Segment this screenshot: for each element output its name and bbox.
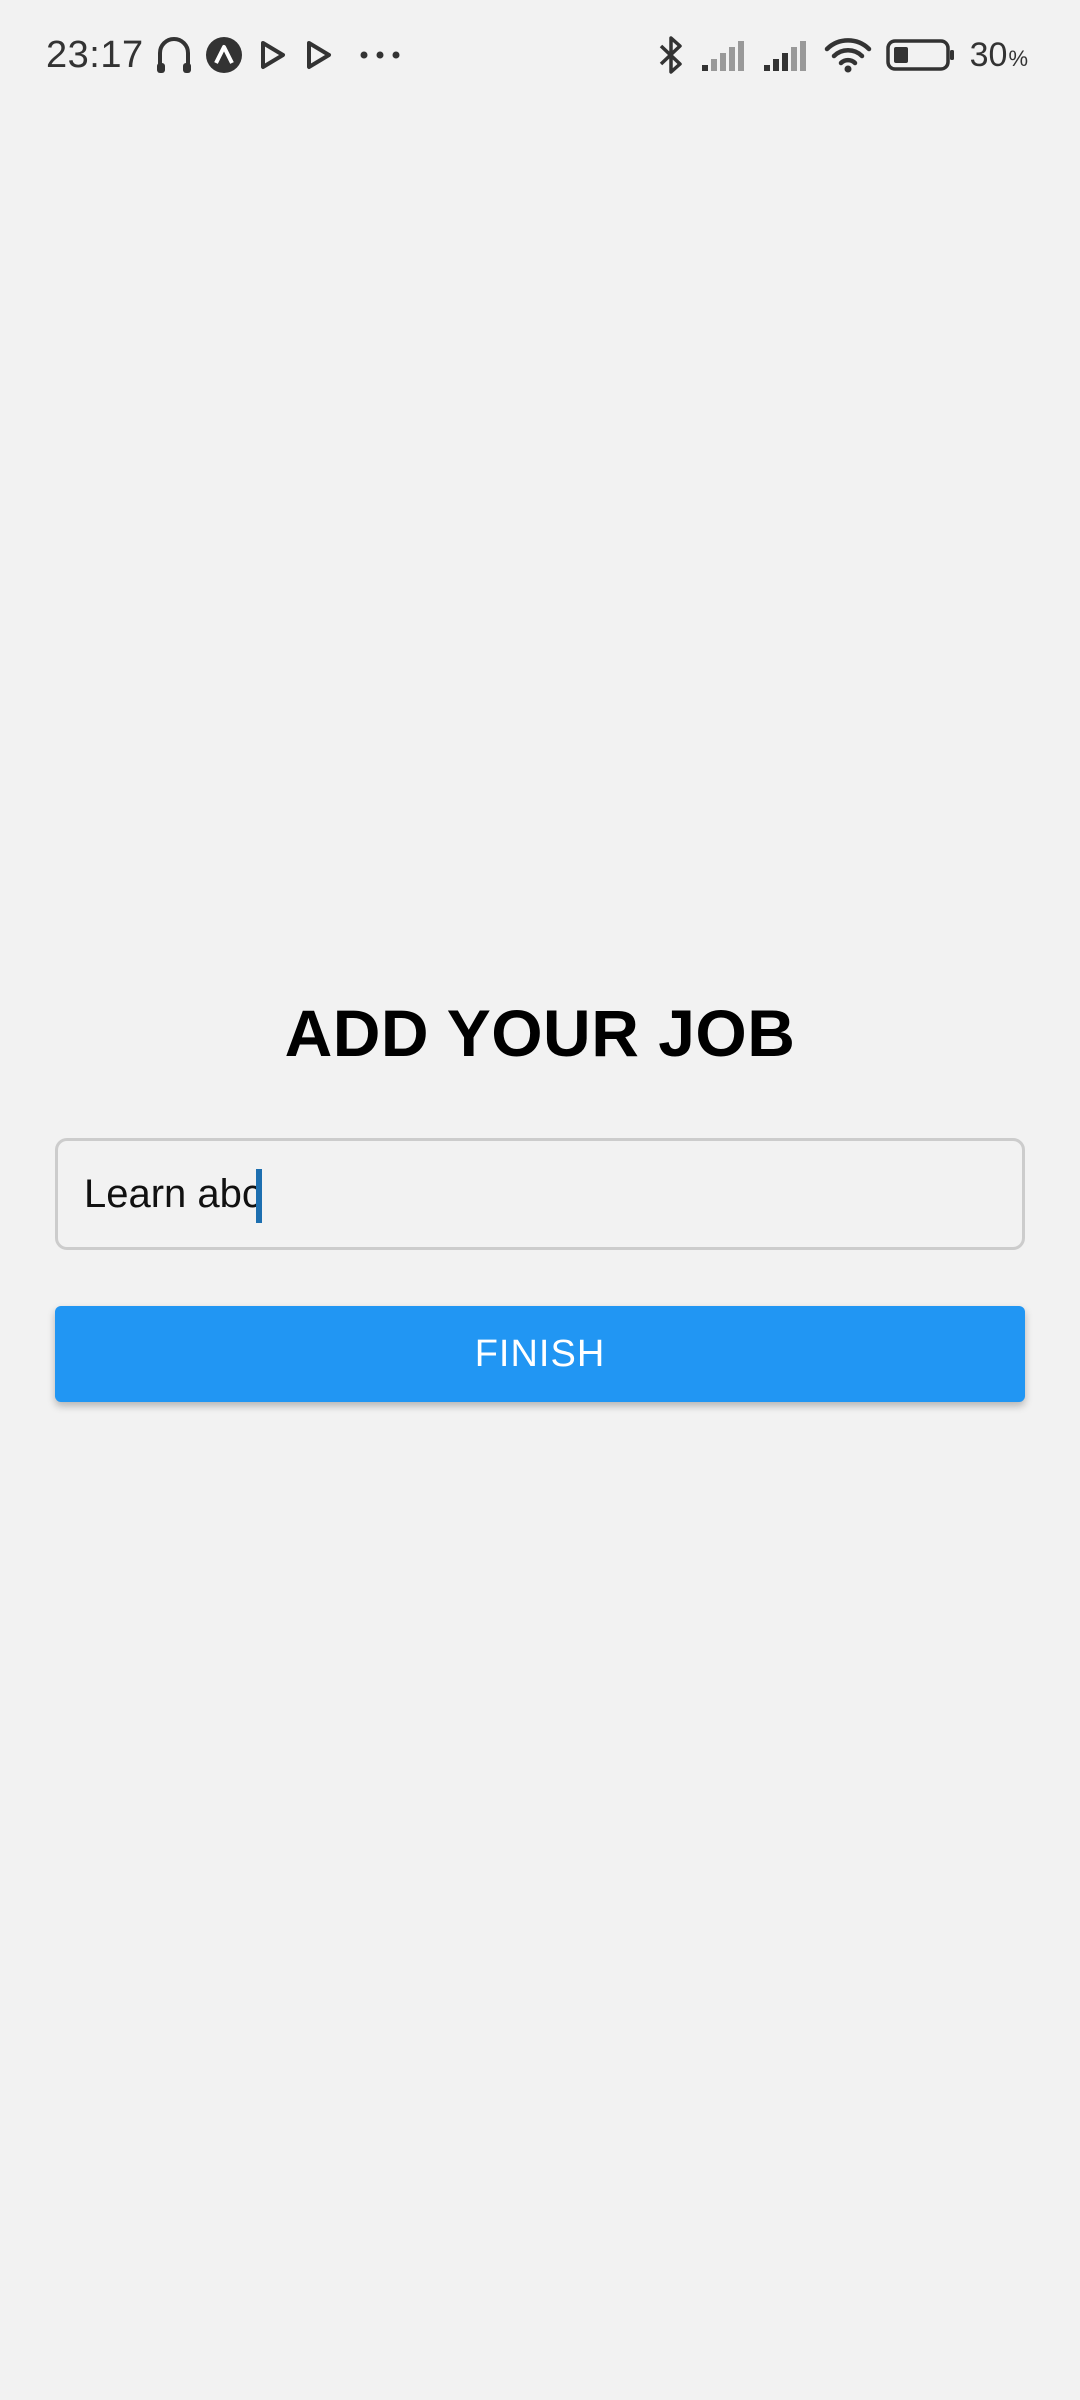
headset-icon (154, 33, 194, 77)
page-title: ADD YOUR JOB (284, 996, 796, 1070)
status-time: 23:17 (46, 33, 144, 76)
bluetooth-icon (656, 34, 686, 76)
battery-level: 30 (969, 35, 1008, 74)
play-icon (300, 37, 336, 73)
wifi-icon (824, 36, 872, 74)
more-dots-icon (358, 45, 402, 65)
status-left: 23:17 (46, 28, 402, 82)
text-cursor (256, 1169, 262, 1223)
status-bar: 23:17 30 % (0, 0, 1080, 110)
screen: 23:17 30 % ADD YOUR JOB Learn abc FINISH (0, 0, 1080, 2400)
job-input[interactable] (58, 1141, 1022, 1247)
job-input-field[interactable] (55, 1138, 1025, 1250)
battery-icon (885, 38, 956, 72)
finish-button[interactable]: FINISH (55, 1306, 1025, 1402)
status-right: 30% (656, 28, 1028, 82)
signal-icon (700, 37, 748, 73)
battery-unit: % (1008, 45, 1028, 71)
app-a-icon (204, 35, 244, 75)
signal-icon (762, 37, 810, 73)
play-icon (254, 37, 290, 73)
battery-percentage: 30% (970, 36, 1028, 75)
